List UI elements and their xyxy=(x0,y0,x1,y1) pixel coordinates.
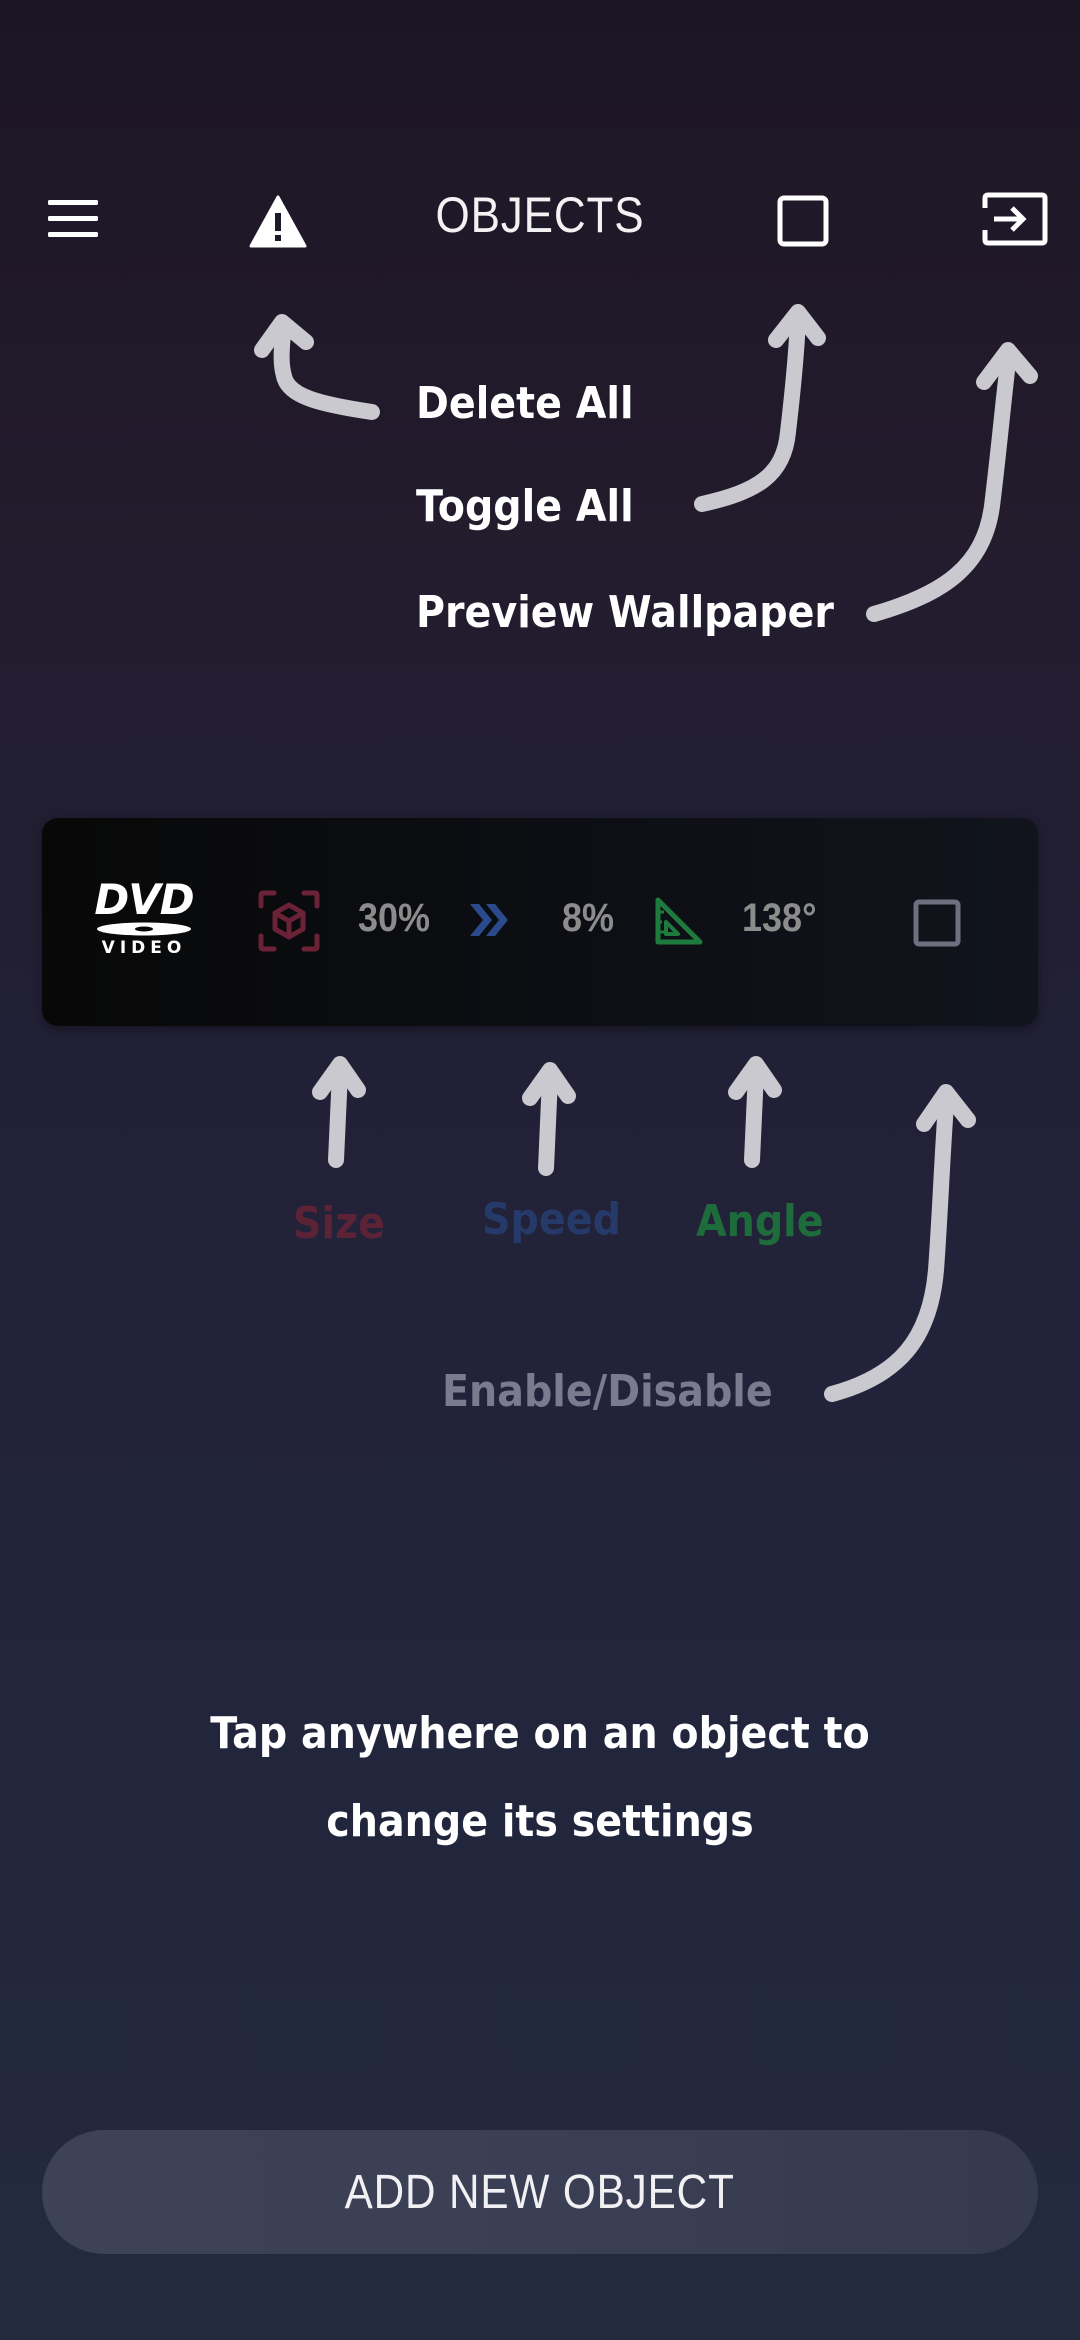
delete-all-arrow xyxy=(273,324,380,420)
menu-icon[interactable] xyxy=(44,194,102,244)
preview-arrow xyxy=(866,354,1016,622)
hint-angle: Angle xyxy=(696,1196,824,1247)
hint-toggle-all: Toggle All xyxy=(416,481,634,532)
checkbox-outline-icon[interactable] xyxy=(776,194,830,248)
toggle-all-arrow xyxy=(694,312,806,512)
angle-arrow xyxy=(744,1064,764,1168)
set-square-icon xyxy=(655,897,703,945)
exit-to-app-icon[interactable] xyxy=(982,192,1048,246)
enable-disable-arrow xyxy=(824,1096,954,1402)
size-value: 30% xyxy=(358,896,431,940)
add-new-object-label: ADD NEW OBJECT xyxy=(344,2165,736,2219)
dvd-logo-subword: VIDEO xyxy=(101,938,187,958)
hint-enable-disable: Enable/Disable xyxy=(442,1366,773,1417)
disc-icon xyxy=(97,922,191,936)
page-title: OBJECTS xyxy=(435,187,645,243)
angle-value: 138° xyxy=(742,896,817,940)
enable-checkbox[interactable] xyxy=(912,898,962,948)
double-chevron-right-icon xyxy=(470,904,508,936)
dvd-logo: DVD VIDEO xyxy=(76,878,212,960)
speed-arrow xyxy=(538,1070,558,1176)
instruction-text: Tap anywhere on an object to change its … xyxy=(210,1708,870,1847)
add-new-object-button[interactable]: ADD NEW OBJECT xyxy=(42,2130,1038,2254)
cube-focus-icon xyxy=(258,890,320,952)
hint-preview-wallpaper: Preview Wallpaper xyxy=(416,587,834,638)
hint-size: Size xyxy=(293,1198,386,1249)
hint-delete-all: Delete All xyxy=(416,378,634,429)
warning-icon[interactable] xyxy=(248,194,308,250)
hint-arrows xyxy=(254,304,1038,1402)
size-arrow xyxy=(328,1064,348,1168)
dvd-logo-word: DVD xyxy=(94,875,194,924)
hint-speed: Speed xyxy=(482,1194,621,1245)
object-card-dvd[interactable]: DVD VIDEO 30% 8% 138° xyxy=(42,818,1038,1026)
speed-value: 8% xyxy=(562,896,615,940)
